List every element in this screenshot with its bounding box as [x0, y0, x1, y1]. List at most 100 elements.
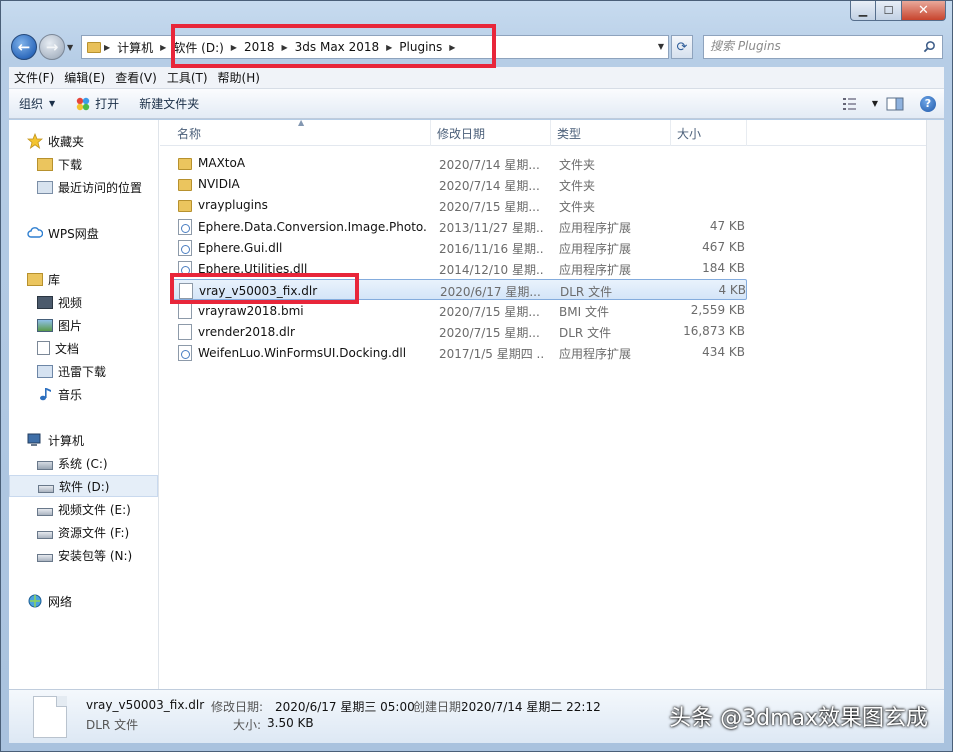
nav-drive-n-label: 安装包等 (N:): [58, 548, 133, 563]
nav-libraries[interactable]: 库: [9, 268, 158, 290]
nav-documents[interactable]: 文档: [9, 337, 158, 359]
column-size[interactable]: 大小: [671, 120, 747, 146]
recent-pages-dropdown[interactable]: ▼: [67, 43, 73, 52]
chevron-right-icon[interactable]: ▶: [157, 43, 169, 52]
maximize-button[interactable]: ☐: [876, 1, 902, 21]
file-name-cell: Ephere.Gui.dll: [178, 240, 428, 256]
menu-edit[interactable]: 编辑(E): [59, 69, 110, 86]
nav-drive-c[interactable]: 系统 (C:): [9, 452, 158, 474]
breadcrumb-drive-d[interactable]: 软件 (D:): [169, 39, 227, 56]
refresh-button[interactable]: ⟳: [671, 35, 693, 59]
new-folder-button[interactable]: 新建文件夹: [129, 89, 209, 119]
nav-library-label: 库: [48, 272, 61, 287]
file-row[interactable]: Ephere.Utilities.dll 2014/12/10 星期... 应用程序…: [170, 258, 747, 279]
file-type-cell: DLR 文件: [559, 326, 612, 340]
organize-label: 组织: [19, 97, 44, 111]
back-button[interactable]: ←: [11, 34, 37, 60]
close-button[interactable]: ✕: [902, 1, 946, 21]
column-type-label: 类型: [557, 126, 582, 141]
open-button[interactable]: 打开: [65, 89, 129, 119]
file-name-cell: vrayplugins: [178, 198, 428, 212]
nav-drive-c-label: 系统 (C:): [58, 456, 108, 471]
nav-videos[interactable]: 视频: [9, 291, 158, 313]
command-bar: 组织 ▼ 打开 新建文件夹 ▼ ?: [9, 89, 944, 119]
column-type[interactable]: 类型: [551, 120, 671, 146]
column-date[interactable]: 修改日期: [431, 120, 551, 146]
vertical-scrollbar[interactable]: [926, 120, 944, 689]
chevron-right-icon[interactable]: ▶: [101, 43, 113, 52]
navigation-pane: 收藏夹 下载 最近访问的位置 WPS网盘 库 视频 图片 文档 迅雷下载 音乐 …: [9, 120, 159, 689]
file-row[interactable]: Ephere.Data.Conversion.Image.Photo... 201…: [170, 216, 747, 237]
chevron-right-icon[interactable]: ▶: [279, 43, 291, 52]
nav-drive-d[interactable]: 软件 (D:): [9, 475, 158, 497]
menu-view[interactable]: 查看(V): [110, 69, 162, 86]
details-size-label: 大小:: [233, 718, 262, 732]
file-row[interactable]: vray_v50003_fix.dlr 2020/6/17 星期... DLR 文件…: [170, 279, 747, 300]
help-icon[interactable]: ?: [920, 95, 936, 112]
nav-favorites[interactable]: 收藏夹: [9, 130, 158, 152]
file-name: Ephere.Data.Conversion.Image.Photo...: [198, 220, 428, 234]
nav-recent-label: 最近访问的位置: [58, 180, 143, 195]
nav-drive-f[interactable]: 资源文件 (F:): [9, 521, 158, 543]
file-name: vrender2018.dlr: [198, 325, 295, 339]
nav-thunder-downloads[interactable]: 迅雷下载: [9, 360, 158, 382]
star-icon: [27, 133, 43, 149]
chevron-down-icon: ▼: [49, 99, 56, 108]
file-row[interactable]: WeifenLuo.WinFormsUI.Docking.dll 2017/1/5…: [170, 342, 747, 363]
forward-button[interactable]: →: [39, 34, 65, 60]
column-name[interactable]: 名称: [171, 120, 431, 146]
nav-network-label: 网络: [48, 594, 73, 609]
nav-recent-places[interactable]: 最近访问的位置: [9, 176, 158, 198]
open-label: 打开: [95, 97, 120, 111]
nav-computer[interactable]: 计算机: [9, 429, 158, 451]
breadcrumb-computer[interactable]: 计算机: [113, 39, 157, 56]
chevron-right-icon[interactable]: ▶: [228, 43, 240, 52]
search-icon[interactable]: [923, 40, 936, 53]
breadcrumb-2018[interactable]: 2018: [240, 40, 279, 54]
menu-help[interactable]: 帮助(H): [213, 69, 265, 86]
menu-tools[interactable]: 工具(T): [162, 69, 213, 86]
search-input[interactable]: [710, 39, 910, 53]
details-size-value: 3.50 KB: [267, 716, 314, 730]
nav-drive-n[interactable]: 安装包等 (N:): [9, 544, 158, 566]
view-options-icon[interactable]: [842, 97, 858, 111]
column-name-label: 名称: [177, 126, 202, 141]
navigation-bar: ← → ▼ ▶ 计算机 ▶ 软件 (D:) ▶ 2018 ▶ 3ds Max 2…: [9, 31, 943, 63]
file-list: ▲ 名称 修改日期 类型 大小 MAXtoA 2020/7/14 星期... 文件夹…: [160, 118, 926, 689]
file-row[interactable]: MAXtoA 2020/7/14 星期... 文件夹: [170, 153, 747, 174]
file-row[interactable]: NVIDIA 2020/7/14 星期... 文件夹: [170, 174, 747, 195]
nav-favorites-label: 收藏夹: [48, 134, 85, 149]
file-date-cell: 2017/1/5 星期四 ...: [439, 347, 543, 361]
file-icon: [33, 696, 67, 738]
address-bar[interactable]: ▶ 计算机 ▶ 软件 (D:) ▶ 2018 ▶ 3ds Max 2018 ▶ …: [81, 35, 669, 59]
chevron-right-icon[interactable]: ▶: [446, 43, 458, 52]
file-row[interactable]: vrender2018.dlr 2020/7/15 星期... DLR 文件 16,8…: [170, 321, 747, 342]
nav-music[interactable]: 音乐: [9, 383, 158, 405]
file-name-cell: WeifenLuo.WinFormsUI.Docking.dll: [178, 345, 428, 361]
preview-pane-icon[interactable]: [886, 97, 904, 111]
cloud-icon: [27, 227, 43, 238]
breadcrumb-3dsmax[interactable]: 3ds Max 2018: [291, 40, 383, 54]
file-row[interactable]: Ephere.Gui.dll 2016/11/16 星期... 应用程序扩展 467 …: [170, 237, 747, 258]
file-row[interactable]: vrayplugins 2020/7/15 星期... 文件夹: [170, 195, 747, 216]
nav-wps-label: WPS网盘: [48, 226, 99, 241]
organize-button[interactable]: 组织 ▼: [9, 89, 65, 119]
nav-downloads[interactable]: 下载: [9, 153, 158, 175]
file-name: Ephere.Gui.dll: [198, 241, 283, 255]
column-size-label: 大小: [677, 126, 702, 141]
breadcrumb-plugins[interactable]: Plugins: [395, 40, 446, 54]
address-dropdown-icon[interactable]: ▼: [658, 42, 664, 51]
view-dropdown-icon[interactable]: ▼: [872, 99, 878, 108]
nav-network[interactable]: 网络: [9, 590, 158, 612]
details-modified-value: 2020/6/17 星期三 05:00: [275, 700, 415, 714]
file-name-cell: MAXtoA: [178, 156, 428, 170]
nav-drive-e[interactable]: 视频文件 (E:): [9, 498, 158, 520]
file-row[interactable]: vrayraw2018.bmi 2020/7/15 星期... BMI 文件 2,55…: [170, 300, 747, 321]
nav-pictures[interactable]: 图片: [9, 314, 158, 336]
drive-icon: [37, 507, 53, 516]
chevron-right-icon[interactable]: ▶: [383, 43, 395, 52]
minimize-button[interactable]: ▁: [850, 1, 876, 21]
menu-file[interactable]: 文件(F): [9, 69, 59, 86]
nav-wps-cloud[interactable]: WPS网盘: [9, 222, 158, 244]
file-size-cell: 4 KB: [718, 283, 746, 297]
